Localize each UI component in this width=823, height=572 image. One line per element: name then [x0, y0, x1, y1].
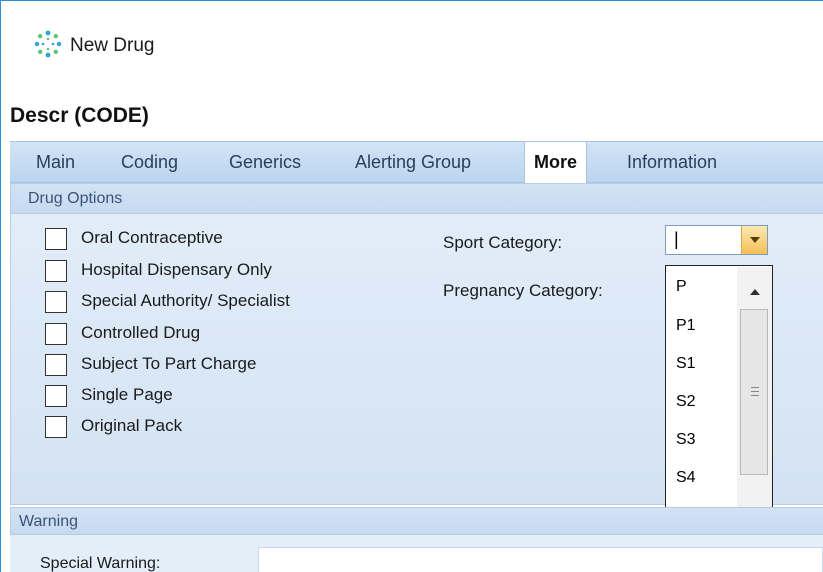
tab-generics[interactable]: Generics — [229, 152, 301, 173]
tab-alerting-group[interactable]: Alerting Group — [355, 152, 471, 173]
sport-category-value[interactable]: | — [674, 229, 679, 250]
warning-title: Warning — [19, 513, 78, 530]
special-warning-label: Special Warning: — [40, 555, 161, 572]
drug-options-header: Drug Options — [11, 184, 823, 214]
checkbox-box[interactable] — [45, 291, 67, 313]
dropdown-option[interactable]: S2 — [676, 393, 696, 411]
scroll-up-arrow-icon[interactable] — [750, 289, 760, 295]
chevron-down-icon[interactable] — [741, 226, 767, 254]
checkbox-box[interactable] — [45, 228, 67, 250]
checkbox-box[interactable] — [45, 260, 67, 282]
spinner-dots-icon — [34, 30, 62, 58]
record-title: Descr (CODE) — [10, 104, 149, 127]
checkbox-box[interactable] — [45, 354, 67, 376]
dropdown-option[interactable]: P — [676, 278, 687, 296]
checkbox-label: Original Pack — [81, 416, 183, 435]
checkbox-label: Hospital Dispensary Only — [81, 260, 272, 279]
checkbox-label: Special Authority/ Specialist — [81, 291, 290, 310]
tab-main[interactable]: Main — [36, 152, 75, 173]
warning-header: Warning — [10, 507, 823, 535]
warning-panel: Special Warning: — [10, 535, 823, 572]
pregnancy-category-label: Pregnancy Category: — [443, 281, 603, 300]
dropdown-option[interactable]: S3 — [676, 431, 696, 449]
tab-coding[interactable]: Coding — [121, 152, 178, 173]
special-warning-input[interactable] — [258, 547, 823, 572]
checkbox-box[interactable] — [45, 323, 67, 345]
checkbox-box[interactable] — [45, 416, 67, 438]
checkbox-box[interactable] — [45, 385, 67, 407]
tab-more[interactable]: More — [524, 141, 588, 183]
dropdown-option[interactable]: S4 — [676, 469, 696, 487]
grip-icon — [751, 387, 759, 396]
dropdown-option[interactable]: S1 — [676, 355, 696, 373]
window-titlebar: New Drug — [2, 2, 823, 90]
tab-bar: Main Coding Generics Alerting Group More… — [10, 141, 823, 183]
window-title: New Drug — [70, 35, 155, 56]
tab-information[interactable]: Information — [627, 152, 717, 173]
checkbox-label: Controlled Drug — [81, 323, 201, 342]
dropdown-option[interactable]: P1 — [676, 317, 696, 335]
checkbox-label: Single Page — [81, 385, 173, 404]
checkbox-label: Subject To Part Charge — [81, 354, 257, 373]
scrollbar-thumb[interactable] — [740, 309, 768, 475]
checkbox-label: Oral Contraceptive — [81, 228, 223, 247]
sport-category-label: Sport Category: — [443, 233, 563, 252]
new-drug-window: New Drug Descr (CODE) Main Coding Generi… — [0, 0, 823, 572]
drug-options-title: Drug Options — [28, 190, 123, 207]
sport-category-combo[interactable]: | — [665, 225, 768, 255]
